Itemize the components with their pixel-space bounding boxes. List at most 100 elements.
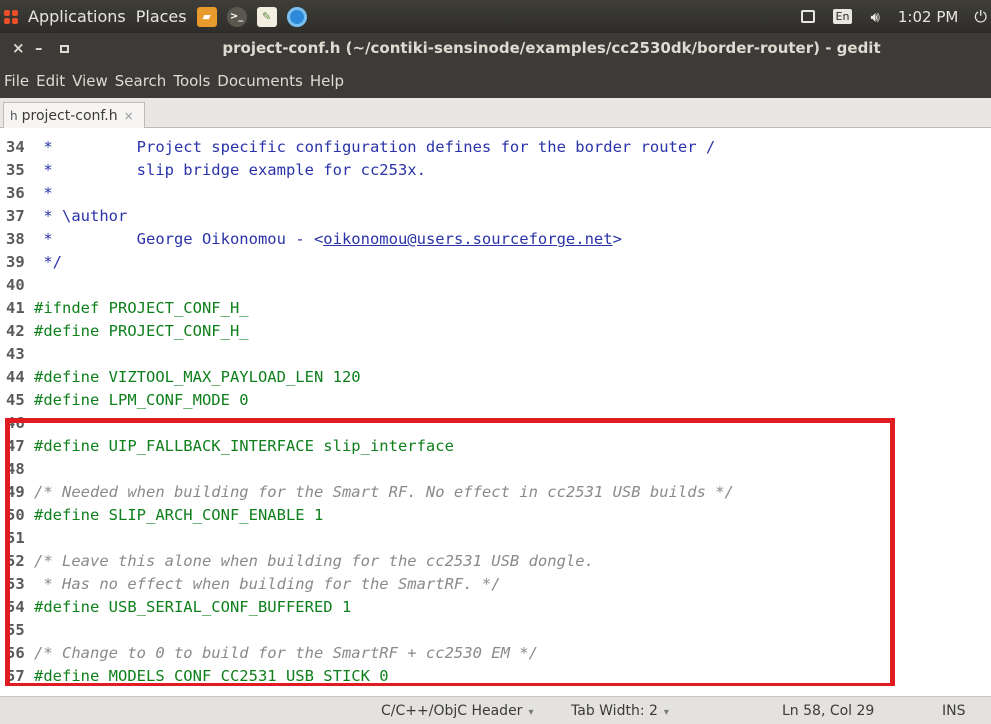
- line-number: 35: [6, 161, 25, 179]
- applications-icon: [4, 9, 18, 24]
- line-number: 34: [6, 138, 25, 156]
- line-text: #ifndef PROJECT_CONF_H_: [34, 297, 249, 320]
- code-line: 43: [0, 343, 991, 366]
- menu-documents[interactable]: Documents: [217, 72, 303, 90]
- code-line: 36 *: [0, 182, 991, 205]
- menubar: File Edit View Search Tools Documents He…: [0, 63, 991, 98]
- code-line: 46: [0, 412, 991, 435]
- window-titlebar[interactable]: × – project-conf.h (~/contiki-sensinode/…: [0, 33, 991, 63]
- line-number: 40: [6, 276, 25, 294]
- line-number: 52: [6, 552, 25, 570]
- window-indicator-icon[interactable]: [800, 10, 815, 23]
- line-text: #define LPM_CONF_MODE 0: [34, 389, 249, 412]
- line-number: 50: [6, 506, 25, 524]
- menu-edit[interactable]: Edit: [36, 72, 65, 90]
- top-panel: Applications Places ▰ >_ ✎ En 🔊︎ 1:02 PM…: [0, 0, 991, 33]
- tab-label: project-conf.h: [21, 107, 118, 124]
- code-line: 39 */: [0, 251, 991, 274]
- line-text: #define MODELS_CONF_CC2531_USB_STICK 0: [34, 665, 389, 686]
- line-text-content: #define SLIP_ARCH_CONF_ENABLE 1: [34, 506, 324, 524]
- menu-tools[interactable]: Tools: [173, 72, 210, 90]
- code-line: 41 #ifndef PROJECT_CONF_H_: [0, 297, 991, 320]
- line-number: 47: [6, 437, 25, 455]
- line-text-content: #ifndef PROJECT_CONF_H_: [34, 299, 249, 317]
- line-text: */: [34, 251, 62, 274]
- line-number: 46: [6, 414, 25, 432]
- menu-file[interactable]: File: [4, 72, 29, 90]
- line-number: 53: [6, 575, 25, 593]
- power-icon[interactable]: ⏻: [974, 7, 987, 27]
- line-number: 36: [6, 184, 25, 202]
- cursor-position: Ln 58, Col 29: [782, 703, 875, 719]
- text-editor-launcher-icon[interactable]: ✎: [256, 6, 277, 27]
- code-line: 38 * George Oikonomou - <oikonomou@users…: [0, 228, 991, 251]
- code-line: 44 #define VIZTOOL_MAX_PAYLOAD_LEN 120: [0, 366, 991, 389]
- line-text-content: /* Leave this alone when building for th…: [34, 552, 594, 570]
- line-text-content: #define USB_SERIAL_CONF_BUFFERED 1: [34, 598, 352, 616]
- line-number: 56: [6, 644, 25, 662]
- line-number: 39: [6, 253, 25, 271]
- line-text-content: /* Change to 0 to build for the SmartRF …: [34, 644, 538, 662]
- line-number: 41: [6, 299, 25, 317]
- tab-width-label: Tab Width: 2: [571, 703, 658, 719]
- code-line: 34 * Project specific configuration defi…: [0, 136, 991, 159]
- line-number: 38: [6, 230, 25, 248]
- line-number: 43: [6, 345, 25, 363]
- menu-search[interactable]: Search: [115, 72, 167, 90]
- code-line: 48: [0, 458, 991, 481]
- line-text: /* Leave this alone when building for th…: [34, 550, 594, 573]
- clock[interactable]: 1:02 PM: [898, 8, 958, 26]
- header-file-icon: h: [10, 108, 18, 123]
- code-line: 35 * slip bridge example for cc253x.: [0, 159, 991, 182]
- line-number: 44: [6, 368, 25, 386]
- line-text-content: #define VIZTOOL_MAX_PAYLOAD_LEN 120: [34, 368, 361, 386]
- code-line: 37 * \author: [0, 205, 991, 228]
- line-text-content: #define LPM_CONF_MODE 0: [34, 391, 249, 409]
- keyboard-language-indicator[interactable]: En: [832, 9, 853, 24]
- line-text: #define UIP_FALLBACK_INTERFACE slip_inte…: [34, 435, 454, 458]
- line-number: 54: [6, 598, 25, 616]
- tab-close-button[interactable]: ×: [124, 109, 134, 123]
- line-text-content: * \author: [34, 207, 128, 225]
- volume-icon[interactable]: 🔊︎: [870, 8, 879, 26]
- code-line: 51: [0, 527, 991, 550]
- document-tab[interactable]: h project-conf.h ×: [3, 102, 145, 128]
- menu-view[interactable]: View: [72, 72, 108, 90]
- code-line: 56 /* Change to 0 to build for the SmartR…: [0, 642, 991, 665]
- system-tray: En 🔊︎ 1:02 PM ⏻: [800, 0, 991, 33]
- line-text-content: * Has no effect when building for the Sm…: [34, 575, 501, 593]
- code-line: 50 #define SLIP_ARCH_CONF_ENABLE 1: [0, 504, 991, 527]
- code-line: 40: [0, 274, 991, 297]
- code-line: 53 * Has no effect when building for the…: [0, 573, 991, 596]
- code-line: 55: [0, 619, 991, 642]
- insert-mode-indicator: INS: [942, 703, 966, 719]
- terminal-launcher-icon[interactable]: >_: [226, 6, 247, 27]
- code-line: 57 #define MODELS_CONF_CC2531_USB_STICK 0: [0, 665, 991, 686]
- statusbar: C/C++/ObjC Header ▾ Tab Width: 2 ▾ Ln 58, …: [0, 696, 991, 724]
- tab-width-selector[interactable]: Tab Width: 2 ▾: [571, 697, 669, 724]
- code-line: 45 #define LPM_CONF_MODE 0: [0, 389, 991, 412]
- line-text-content: * George Oikonomou - <: [34, 230, 324, 248]
- email-link[interactable]: oikonomou@users.sourceforge.net: [323, 230, 612, 248]
- applications-menu[interactable]: Applications: [28, 7, 126, 26]
- line-text: * George Oikonomou - <oikonomou@users.so…: [34, 228, 622, 251]
- line-text: #define PROJECT_CONF_H_: [34, 320, 249, 343]
- places-menu[interactable]: Places: [136, 7, 187, 26]
- menu-help[interactable]: Help: [310, 72, 344, 90]
- line-text-suffix: >: [612, 230, 622, 248]
- line-text: #define USB_SERIAL_CONF_BUFFERED 1: [34, 596, 351, 619]
- language-selector[interactable]: C/C++/ObjC Header ▾: [381, 697, 533, 724]
- line-number: 48: [6, 460, 25, 478]
- chevron-down-icon: ▾: [528, 707, 534, 718]
- line-text: #define VIZTOOL_MAX_PAYLOAD_LEN 120: [34, 366, 361, 389]
- code-line: 47 #define UIP_FALLBACK_INTERFACE slip_in…: [0, 435, 991, 458]
- window-title: project-conf.h (~/contiki-sensinode/exam…: [222, 39, 881, 57]
- line-text-content: /* Needed when building for the Smart RF…: [34, 483, 734, 501]
- line-text-content: */: [34, 253, 62, 271]
- code-line: 52 /* Leave this alone when building for …: [0, 550, 991, 573]
- folder-launcher-icon[interactable]: ▰: [196, 6, 217, 27]
- browser-launcher-icon[interactable]: [286, 6, 307, 27]
- line-text-content: #define PROJECT_CONF_H_: [34, 322, 249, 340]
- code-editor[interactable]: 33 * \file 34 * Project specific configu…: [0, 128, 991, 686]
- document-tabbar: h project-conf.h ×: [0, 98, 991, 128]
